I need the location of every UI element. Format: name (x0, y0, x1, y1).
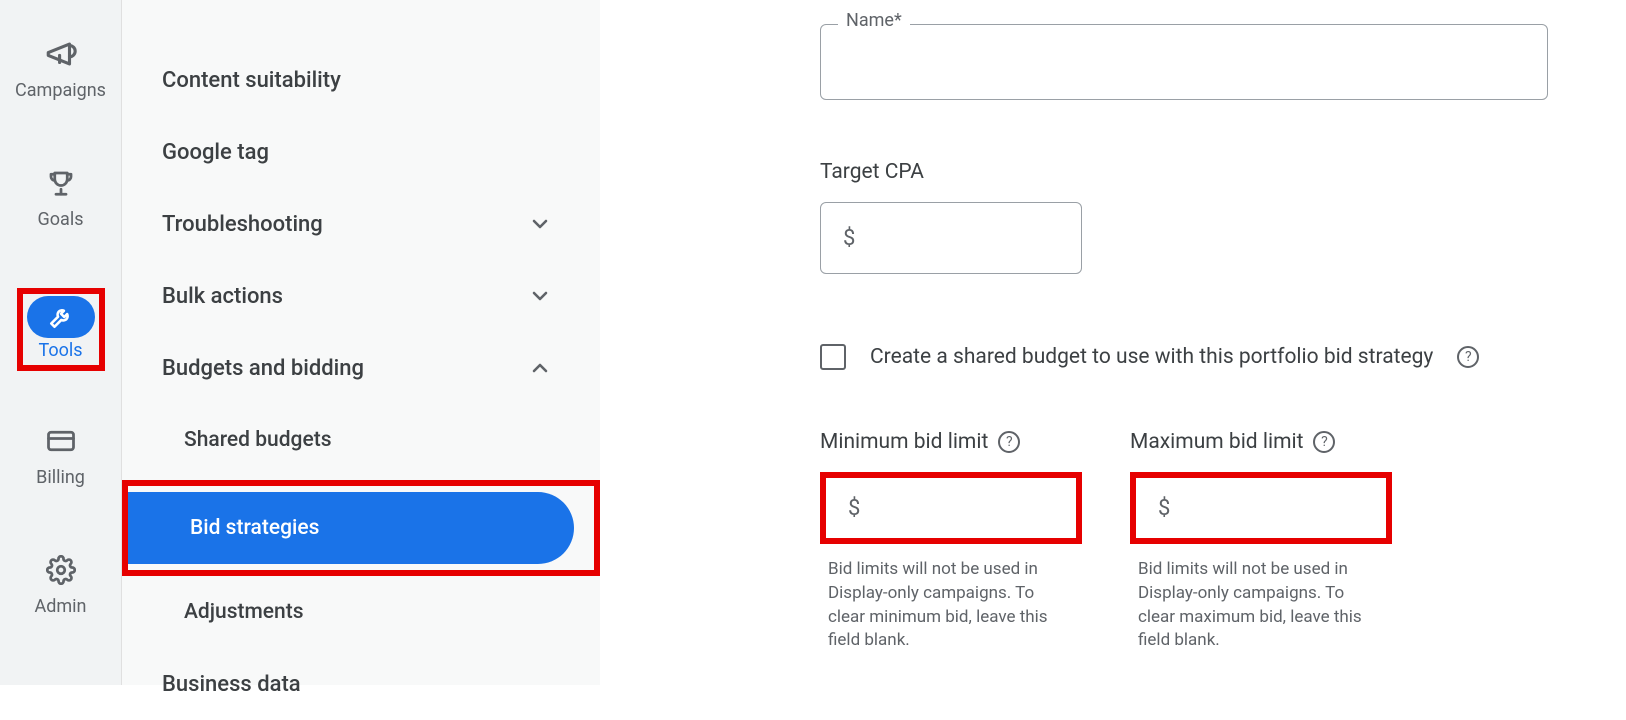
wrench-icon (27, 296, 95, 338)
currency-prefix: $ (848, 496, 860, 521)
panel-subitem-shared-budgets[interactable]: Shared budgets (122, 404, 600, 476)
max-bid-column: Maximum bid limit ? $ Bid limits will no… (1130, 430, 1392, 653)
shared-budget-checkbox-label: Create a shared budget to use with this … (870, 345, 1433, 369)
main-form-area: Name* Target CPA $ Create a shared budge… (600, 0, 1626, 685)
panel-item-label: Business data (162, 672, 301, 697)
rail-tools-highlight: Tools (17, 288, 105, 371)
panel-item-label: Troubleshooting (162, 212, 323, 237)
left-rail: Campaigns Goals Tools Billing Admin (0, 0, 122, 685)
panel-subitem-label: Bid strategies (190, 516, 319, 540)
gear-icon (37, 546, 85, 594)
rail-item-admin[interactable]: Admin (0, 546, 121, 617)
panel-item-content-suitability[interactable]: Content suitability (122, 44, 600, 116)
min-bid-input[interactable]: $ (820, 472, 1082, 544)
rail-item-billing[interactable]: Billing (0, 417, 121, 488)
checkbox-icon[interactable] (820, 344, 846, 370)
bid-strategies-highlight: Bid strategies (122, 480, 600, 576)
panel-item-label: Bulk actions (162, 284, 283, 309)
rail-label-tools: Tools (38, 340, 82, 361)
rail-item-campaigns[interactable]: Campaigns (0, 30, 121, 101)
max-bid-help-text: Bid limits will not be used in Display-o… (1130, 558, 1392, 653)
panel-subitem-label: Adjustments (184, 600, 304, 624)
help-icon[interactable]: ? (1457, 346, 1479, 368)
panel-item-label: Content suitability (162, 68, 341, 93)
min-bid-label-text: Minimum bid limit (820, 430, 988, 454)
panel-item-budgets-and-bidding[interactable]: Budgets and bidding (122, 332, 600, 404)
max-bid-label: Maximum bid limit ? (1130, 430, 1392, 454)
panel-subitem-label: Shared budgets (184, 428, 332, 452)
bid-limits-row: Minimum bid limit ? $ Bid limits will no… (820, 430, 1556, 653)
panel-subitem-adjustments[interactable]: Adjustments (122, 576, 600, 648)
min-bid-label: Minimum bid limit ? (820, 430, 1082, 454)
panel-item-business-data[interactable]: Business data (122, 648, 600, 720)
rail-item-goals[interactable]: Goals (0, 159, 121, 230)
panel-item-label: Google tag (162, 140, 269, 165)
panel-item-label: Budgets and bidding (162, 356, 364, 381)
chevron-down-icon (528, 212, 552, 236)
panel-item-troubleshooting[interactable]: Troubleshooting (122, 188, 600, 260)
secondary-nav-panel: Content suitability Google tag Troublesh… (122, 0, 600, 685)
max-bid-input[interactable]: $ (1130, 472, 1392, 544)
rail-label-admin: Admin (35, 596, 87, 617)
currency-prefix: $ (1158, 496, 1170, 521)
min-bid-column: Minimum bid limit ? $ Bid limits will no… (820, 430, 1082, 653)
chevron-up-icon (528, 356, 552, 380)
max-bid-label-text: Maximum bid limit (1130, 430, 1303, 454)
help-icon[interactable]: ? (1313, 431, 1335, 453)
rail-label-billing: Billing (36, 467, 85, 488)
min-bid-help-text: Bid limits will not be used in Display-o… (820, 558, 1082, 653)
name-input[interactable] (820, 24, 1548, 100)
name-field-label: Name* (838, 10, 910, 31)
panel-item-google-tag[interactable]: Google tag (122, 116, 600, 188)
chevron-down-icon (528, 284, 552, 308)
name-field-wrapper: Name* (820, 24, 1556, 100)
rail-label-goals: Goals (38, 209, 84, 230)
bullhorn-icon (37, 30, 85, 78)
panel-item-bulk-actions[interactable]: Bulk actions (122, 260, 600, 332)
help-icon[interactable]: ? (998, 431, 1020, 453)
target-cpa-label: Target CPA (820, 160, 1556, 184)
target-cpa-input[interactable]: $ (820, 202, 1082, 274)
currency-prefix: $ (843, 226, 855, 251)
panel-subitem-bid-strategies[interactable]: Bid strategies (128, 492, 574, 564)
rail-label-campaigns: Campaigns (15, 80, 106, 101)
trophy-icon (37, 159, 85, 207)
credit-card-icon (37, 417, 85, 465)
rail-item-tools[interactable]: Tools (27, 296, 95, 361)
target-cpa-section: Target CPA $ (820, 160, 1556, 274)
shared-budget-checkbox-row[interactable]: Create a shared budget to use with this … (820, 344, 1556, 370)
